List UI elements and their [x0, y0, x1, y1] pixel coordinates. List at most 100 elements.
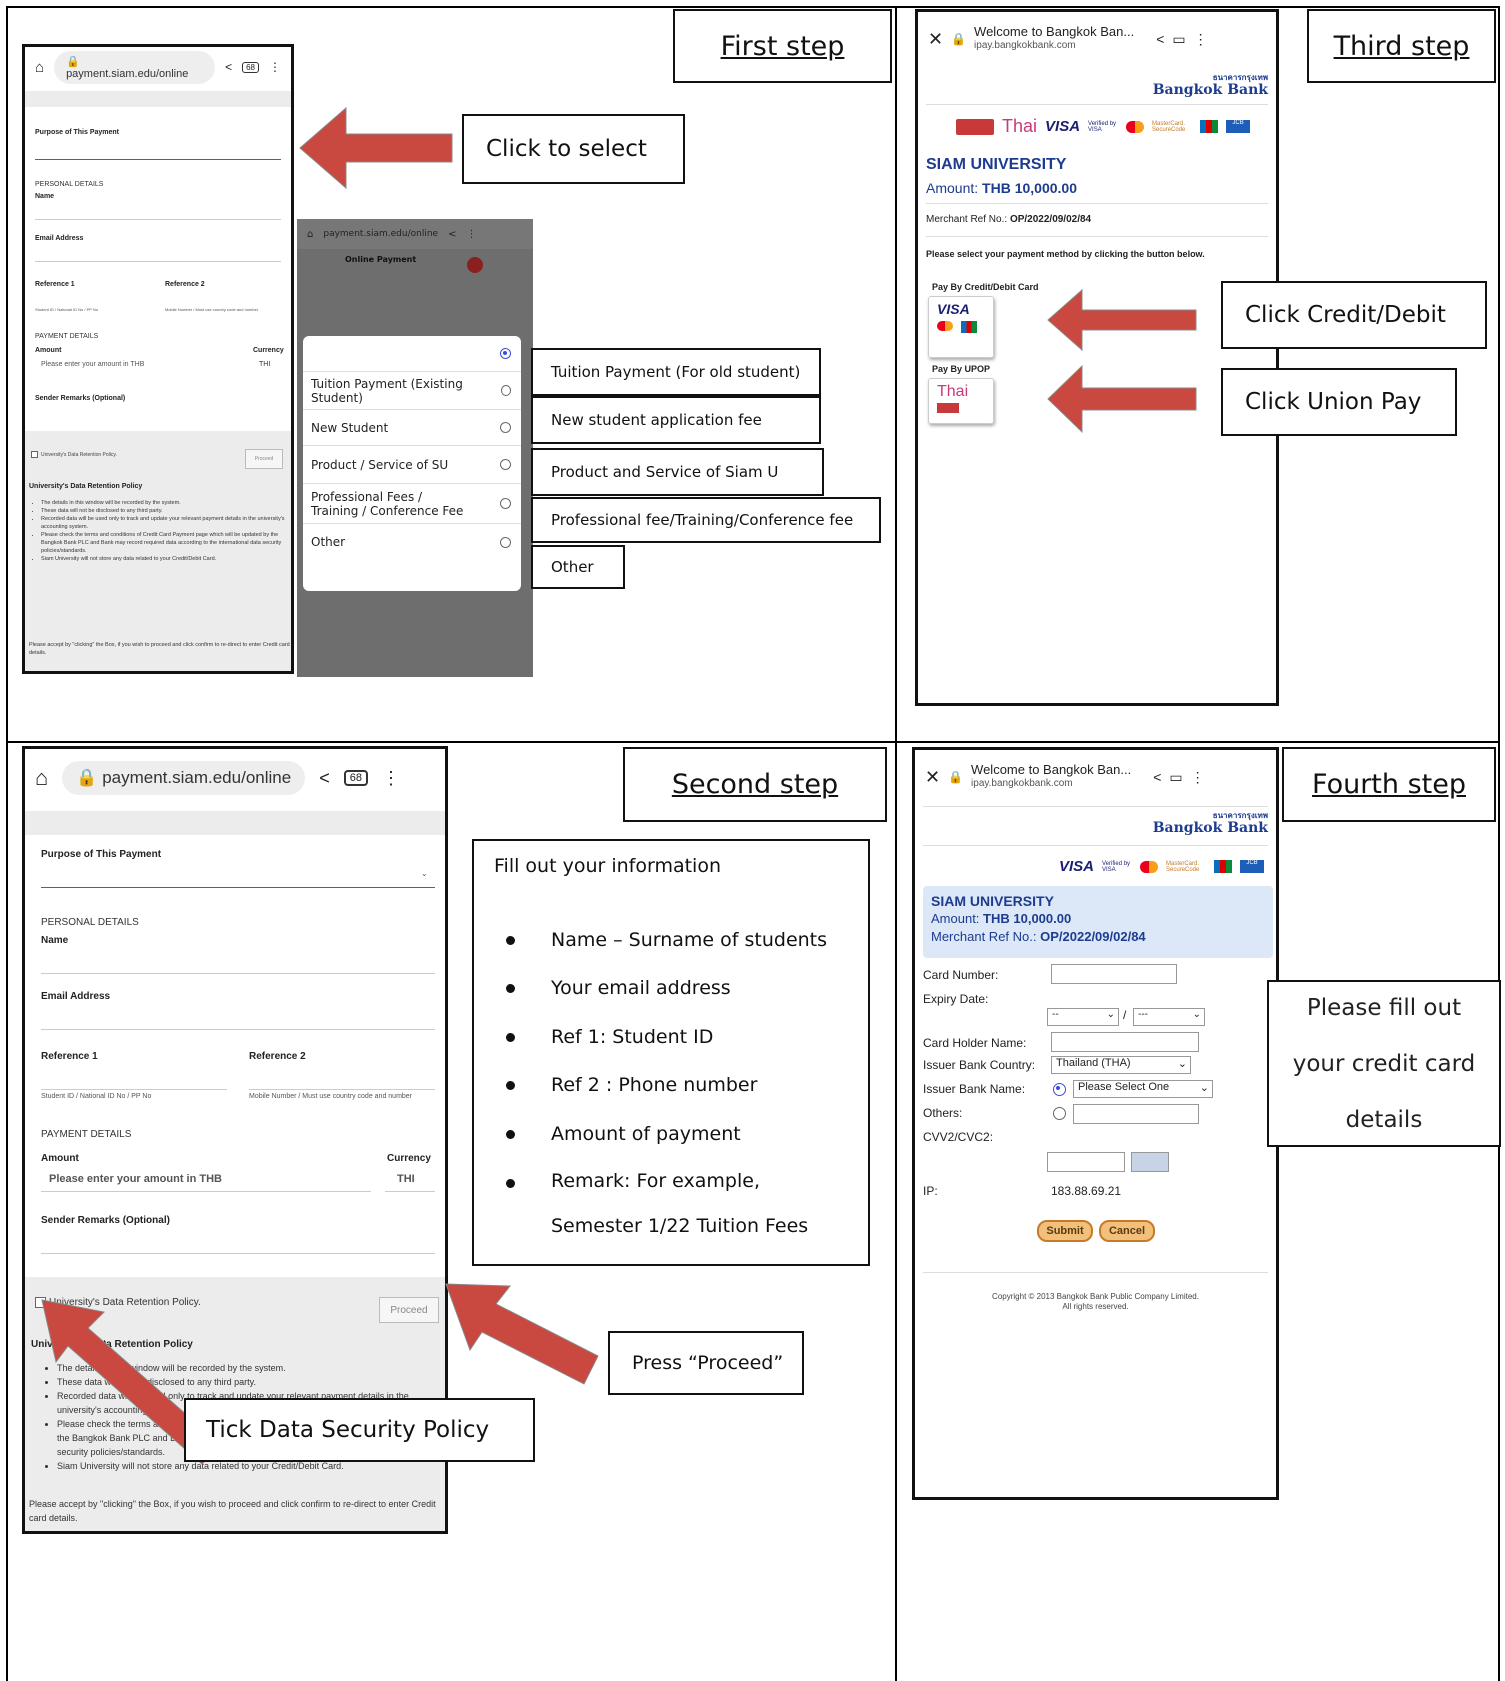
- card-back-icon: [1131, 1152, 1169, 1172]
- email-input[interactable]: [35, 261, 281, 262]
- more-icon[interactable]: ⋮: [382, 768, 400, 789]
- card-number-input[interactable]: [1051, 964, 1177, 984]
- more-icon[interactable]: ⋮: [1194, 31, 1208, 48]
- ref1-label: Reference 1: [41, 1051, 98, 1062]
- share-icon: <: [448, 228, 457, 240]
- cvv-input[interactable]: [1047, 1152, 1125, 1172]
- remarks-input[interactable]: [41, 1253, 435, 1254]
- ref1-hint[interactable]: Student ID / National ID No / PP No: [41, 1093, 151, 1100]
- others-input[interactable]: [1073, 1104, 1199, 1124]
- amount-input[interactable]: Please enter your amount in THB: [41, 361, 144, 368]
- instruction-text: Ref 1: Student ID: [551, 1026, 714, 1048]
- mastercard-logo: [937, 321, 953, 331]
- dropdown-address-bar: ⌂ payment.siam.edu/online < ⋮: [297, 219, 533, 249]
- union-pay-button[interactable]: Thai: [928, 378, 994, 424]
- ref2-hint[interactable]: Mobile Number / Must use country code an…: [165, 307, 285, 312]
- tick-policy-callout: Tick Data Security Policy: [184, 1398, 535, 1462]
- currency-underline: [385, 1191, 435, 1192]
- instruction-item: Your email address: [506, 977, 731, 999]
- home-icon[interactable]: ⌂: [35, 59, 44, 76]
- ref1-label: Reference 1: [35, 281, 75, 288]
- option-professional[interactable]: Professional Fees / Training / Conferenc…: [303, 484, 521, 524]
- share-icon[interactable]: <: [319, 768, 330, 789]
- amount-input[interactable]: Please enter your amount in THB: [49, 1173, 222, 1185]
- securecode-logo: MasterCard. SecureCode: [1152, 120, 1186, 133]
- cancel-button[interactable]: Cancel: [1099, 1220, 1155, 1242]
- close-icon[interactable]: ✕: [925, 767, 940, 788]
- name-input[interactable]: [35, 219, 281, 220]
- rights-line: All rights reserved.: [1062, 1302, 1129, 1311]
- purpose-select[interactable]: [35, 159, 281, 160]
- unionpay-logo: [937, 403, 959, 413]
- option-label: Professional Fees / Training / Conferenc…: [311, 489, 464, 518]
- instruction-item: Name – Surname of students: [506, 929, 827, 951]
- mastercard-logo: [1140, 860, 1159, 873]
- close-icon[interactable]: ✕: [928, 29, 943, 50]
- bank-logo-text: Bangkok Bank: [1152, 82, 1268, 98]
- instruction-text: Your email address: [551, 977, 731, 999]
- bank-tab-info: Welcome to Bangkok Ban... ipay.bangkokba…: [974, 25, 1134, 53]
- dropdown-header: Online Payment: [345, 255, 417, 264]
- expiry-month-select[interactable]: -- ⌄: [1047, 1008, 1119, 1026]
- option-blank[interactable]: [303, 336, 521, 372]
- purpose-label: Purpose of This Payment: [41, 849, 162, 860]
- bookmark-icon[interactable]: ▭: [1169, 769, 1182, 786]
- policy-checkbox[interactable]: University's Data Retention Policy.: [31, 451, 117, 458]
- expiry-year-select[interactable]: --- ⌄: [1133, 1008, 1205, 1026]
- ref2-hint[interactable]: Mobile Number / Must use country code an…: [249, 1093, 412, 1100]
- third-step-title: Third step: [1307, 9, 1496, 83]
- visa-logo: VISA: [1059, 858, 1095, 875]
- ip-value: 183.88.69.21: [1051, 1184, 1122, 1198]
- proceed-button[interactable]: Proceed: [379, 1297, 439, 1323]
- proceed-button[interactable]: Proceed: [245, 449, 283, 469]
- amount-label: Amount: [41, 1153, 79, 1164]
- fee-callout-new-student: New student application fee: [531, 396, 821, 444]
- url-field[interactable]: 🔒 payment.siam.edu/online: [62, 761, 306, 795]
- grid-right: [1498, 6, 1500, 1681]
- holder-input[interactable]: [1051, 1032, 1199, 1052]
- radio-icon: [500, 498, 511, 509]
- currency-select[interactable]: THI: [397, 1173, 415, 1185]
- currency-select[interactable]: THI: [259, 361, 270, 368]
- ref1-hint[interactable]: Student ID / National ID No / PP No: [35, 307, 98, 312]
- home-icon[interactable]: ⌂: [35, 765, 48, 791]
- bank-logo: ธนาคารกรุงเทพ Bangkok Bank: [1153, 810, 1268, 835]
- option-other[interactable]: Other: [303, 524, 521, 560]
- country-select[interactable]: Thailand (THA) ⌄: [1051, 1056, 1191, 1074]
- more-icon[interactable]: ⋮: [269, 60, 281, 74]
- union-pay-callout: Click Union Pay: [1221, 368, 1457, 436]
- bank-select[interactable]: Please Select One ⌄: [1073, 1080, 1213, 1098]
- option-product[interactable]: Product / Service of SU: [303, 446, 521, 484]
- tabs-icon[interactable]: 68: [242, 61, 259, 73]
- email-label: Email Address: [41, 991, 111, 1002]
- card-logos: Thai VISA Verified by VISA MasterCard. S…: [956, 116, 1251, 137]
- expiry-year-value: ---: [1138, 1009, 1148, 1020]
- others-radio[interactable]: [1053, 1107, 1066, 1120]
- share-icon[interactable]: <: [225, 60, 232, 74]
- instruction-text: Amount of payment: [551, 1123, 741, 1145]
- fee-callout-tuition: Tuition Payment (For old student): [531, 348, 821, 396]
- bank-select-radio[interactable]: [1053, 1083, 1066, 1096]
- bookmark-icon[interactable]: ▭: [1172, 31, 1185, 48]
- url-field[interactable]: 🔒 payment.siam.edu/online: [54, 50, 216, 84]
- copyright: Copyright © 2013 Bangkok Bank Public Com…: [915, 1292, 1276, 1312]
- credit-debit-button[interactable]: VISA: [928, 296, 994, 358]
- more-icon[interactable]: ⋮: [1191, 769, 1205, 786]
- option-new-student[interactable]: New Student: [303, 410, 521, 446]
- email-input[interactable]: [41, 1029, 435, 1030]
- option-tuition[interactable]: Tuition Payment (Existing Student): [303, 372, 521, 410]
- credit-debit-callout: Click Credit/Debit: [1221, 281, 1487, 349]
- grid-top: [6, 6, 1500, 8]
- merchant-ref-line: Merchant Ref No.: OP/2022/09/02/84: [931, 928, 1265, 946]
- share-icon[interactable]: <: [1153, 769, 1161, 785]
- bank-url: ipay.bangkokbank.com: [974, 40, 1076, 51]
- name-input[interactable]: [41, 973, 435, 974]
- share-icon[interactable]: <: [1156, 31, 1164, 47]
- purpose-select[interactable]: [41, 887, 435, 888]
- tabs-icon[interactable]: 68: [343, 770, 368, 786]
- remarks-label: Sender Remarks (Optional): [35, 395, 126, 402]
- ref-value: OP/2022/09/02/84: [1009, 214, 1092, 225]
- jcb-secure-logo: JCB: [1240, 860, 1265, 873]
- submit-button[interactable]: Submit: [1037, 1220, 1093, 1242]
- card-logos: VISA Verified by VISA MasterCard. Secure…: [1059, 858, 1265, 875]
